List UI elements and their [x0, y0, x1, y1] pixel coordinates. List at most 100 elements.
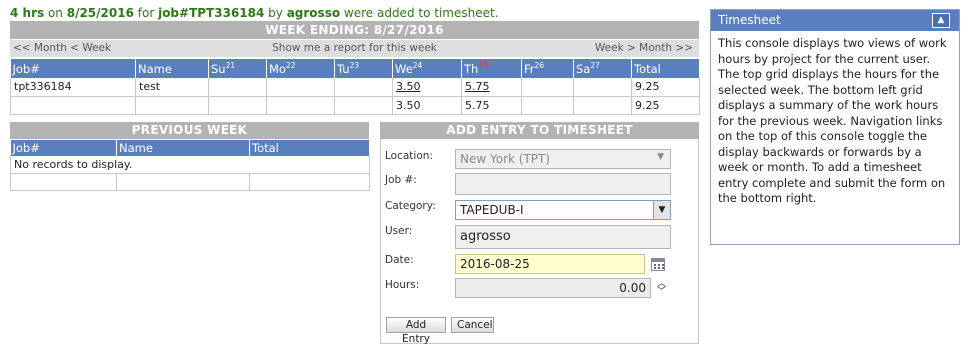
status-tail-text: were added to timesheet.: [340, 6, 499, 20]
thursday-hours-link[interactable]: 5.75: [465, 80, 490, 93]
hours-label: Hours:: [385, 279, 420, 291]
chevron-up-icon[interactable]: ▲: [932, 13, 950, 28]
prev-col-header-name[interactable]: Name: [116, 140, 250, 156]
cell-job: tpt336184: [10, 78, 136, 97]
spin-down-icon[interactable]: ﹀: [657, 288, 666, 297]
calendar-icon[interactable]: [651, 258, 665, 271]
prev-col-header-total[interactable]: Total: [249, 140, 370, 156]
col-header-saturday-date: 27: [590, 61, 600, 71]
user-label: User:: [385, 225, 413, 237]
col-header-total[interactable]: Total: [631, 59, 700, 78]
timesheet-help-panel: Timesheet ▲ This console displays two vi…: [710, 9, 960, 245]
cell-saturday: [573, 78, 632, 97]
previous-week-header: PREVIOUS WEEK: [10, 122, 369, 139]
location-label: Location:: [385, 150, 433, 162]
status-by-text: by: [264, 6, 287, 20]
panel-description: This console displays two views of work …: [718, 36, 947, 205]
col-header-total-label: Total: [634, 61, 661, 76]
status-on-text: on: [44, 6, 67, 20]
cell-wednesday: 3.50: [392, 78, 462, 97]
col-header-job[interactable]: Job#: [10, 59, 136, 78]
chevron-down-icon[interactable]: ▼: [653, 200, 671, 220]
col-header-job-label: Job#: [12, 61, 40, 76]
nav-prev-links[interactable]: << Month < Week: [13, 40, 111, 57]
prev-totals-row: [10, 173, 370, 191]
no-records-text: No records to display.: [10, 156, 370, 174]
week-navigation-bar: Show me a report for this week << Month …: [10, 40, 699, 57]
total-tuesday: [334, 96, 393, 115]
total-saturday: [573, 96, 632, 115]
col-header-friday[interactable]: Fr26: [521, 59, 574, 78]
previous-week-grid: Job# Name Total No records to display.: [10, 140, 370, 191]
status-user: agrosso: [286, 6, 341, 20]
prev-total-name: [116, 173, 250, 191]
cell-total: 9.25: [631, 78, 700, 97]
spinner-arrows-icon[interactable]: ︿ ﹀: [657, 280, 666, 297]
category-value: TAPEDUB-I: [460, 203, 524, 217]
total-monday: [266, 96, 335, 115]
cell-monday: [266, 78, 335, 97]
triangle-down-icon: ▼: [657, 152, 664, 162]
col-header-name[interactable]: Name: [135, 59, 209, 78]
panel-header: Timesheet ▲: [711, 10, 959, 31]
cell-tuesday: [334, 78, 393, 97]
col-header-saturday-label: Sa: [576, 61, 591, 76]
category-label: Category:: [385, 200, 436, 212]
cell-sunday: [208, 78, 267, 97]
location-select[interactable]: New York (TPT) ▼: [455, 149, 671, 169]
nav-next-links[interactable]: Week > Month >>: [595, 40, 693, 57]
status-hours: 4 hrs: [10, 6, 45, 20]
location-value: New York (TPT): [460, 152, 551, 166]
col-header-thursday[interactable]: Th25: [461, 59, 522, 78]
col-header-monday[interactable]: Mo22: [266, 59, 335, 78]
col-header-wednesday-label: We: [395, 61, 413, 76]
status-message: 4 hrs on 8/25/2016 for job#TPT336184 by …: [10, 6, 499, 20]
category-select[interactable]: TAPEDUB-I ▼: [455, 200, 671, 220]
cell-friday: [521, 78, 574, 97]
prev-total-job: [10, 173, 117, 191]
add-entry-button[interactable]: Add Entry: [386, 317, 446, 345]
col-header-wednesday[interactable]: We24: [392, 59, 462, 78]
col-header-sunday-label: Su: [211, 61, 226, 76]
user-field[interactable]: agrosso: [455, 225, 671, 249]
hours-field[interactable]: 0.00: [455, 278, 651, 298]
col-header-thursday-label: Th: [464, 61, 479, 76]
panel-title: Timesheet: [718, 13, 781, 27]
job-field[interactable]: [455, 173, 671, 195]
col-header-friday-label: Fr: [524, 61, 535, 76]
cancel-button[interactable]: Cancel: [451, 317, 494, 333]
col-header-sunday-date: 21: [225, 61, 236, 71]
date-label: Date:: [385, 254, 414, 266]
prev-total-total: [249, 173, 370, 191]
empty-row: No records to display.: [10, 156, 370, 174]
col-header-sunday[interactable]: Su21: [208, 59, 267, 78]
col-header-tuesday[interactable]: Tu23: [334, 59, 393, 78]
week-hours-grid: Job# Name Su21 Mo22 Tu23 We24 Th25 Fr26 …: [10, 59, 700, 115]
col-header-thursday-date: 25: [478, 61, 488, 71]
status-job: job#TPT336184: [158, 6, 265, 20]
col-header-saturday[interactable]: Sa27: [573, 59, 632, 78]
job-label: Job #:: [385, 174, 417, 186]
total-name: [135, 96, 209, 115]
date-field[interactable]: 2016-08-25: [455, 254, 645, 274]
col-header-monday-label: Mo: [269, 61, 286, 76]
cell-thursday: 5.75: [461, 78, 522, 97]
total-total: 9.25: [631, 96, 700, 115]
week-ending-header: WEEK ENDING: 8/27/2016: [10, 21, 699, 39]
previous-week-header-row: Job# Name Total: [10, 140, 370, 156]
col-header-tuesday-label: Tu: [337, 61, 350, 76]
prev-col-header-job[interactable]: Job#: [10, 140, 117, 156]
wednesday-hours-link[interactable]: 3.50: [396, 80, 421, 93]
col-header-monday-date: 22: [285, 61, 296, 71]
col-header-tuesday-date: 23: [349, 61, 360, 71]
totals-row: 3.50 5.75 9.25: [10, 96, 700, 115]
cell-name: test: [135, 78, 209, 97]
total-thursday: 5.75: [461, 96, 522, 115]
col-header-name-label: Name: [138, 61, 172, 76]
col-header-wednesday-date: 24: [412, 61, 423, 71]
table-row: tpt336184 test 3.50 5.75 9.25: [10, 78, 700, 97]
status-for-text: for: [133, 6, 159, 20]
status-date: 8/25/2016: [66, 6, 134, 20]
col-header-friday-date: 26: [534, 61, 545, 71]
total-sunday: [208, 96, 267, 115]
